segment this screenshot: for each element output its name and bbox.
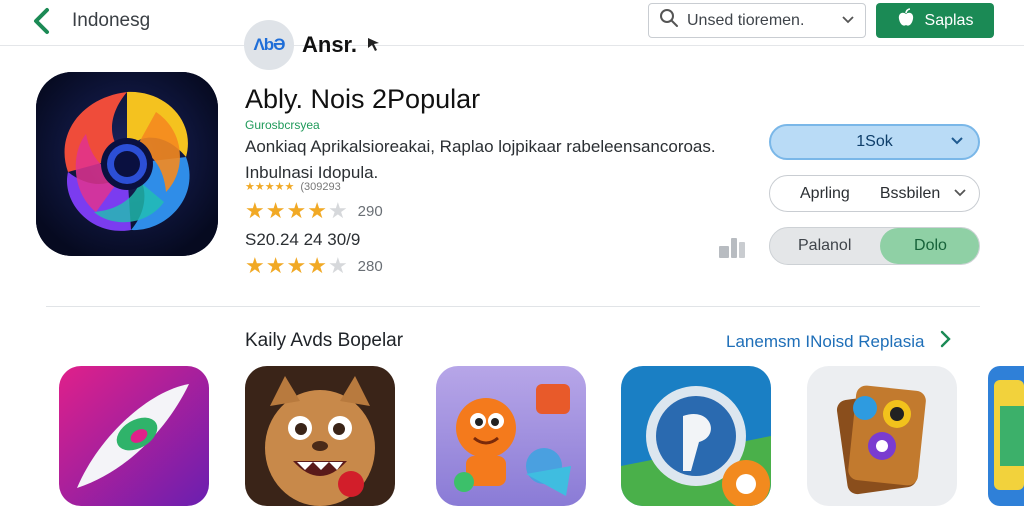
back-label: Indonesg [72, 10, 151, 31]
star-icon: ★ [265, 198, 286, 223]
apple-icon [897, 8, 915, 33]
toggle-on-label: Dolo [914, 237, 947, 254]
options-select[interactable]: Aprling Bssbilen [769, 175, 980, 212]
brand-logo: ΛbƏ [244, 20, 294, 70]
brand-header: ΛbƏ Ansr. [244, 20, 385, 70]
star-icon: ★ [286, 253, 307, 278]
star-icon: ★ [245, 198, 265, 223]
chevron-down-icon [953, 186, 967, 205]
chevron-down-icon[interactable] [841, 12, 855, 30]
chevron-down-icon [950, 134, 964, 153]
top-action-label: Saplas [924, 11, 974, 29]
app-tile-5[interactable] [807, 366, 957, 506]
toggle-on-segment[interactable]: Dolo [880, 228, 979, 264]
app-tile-6[interactable] [988, 366, 1024, 506]
see-more-label: Lanemsm INoisd Replasia [726, 331, 925, 351]
section-title: Kaily Avds Bopelar [245, 330, 404, 351]
star-icon: ★ [307, 198, 327, 223]
install-button[interactable]: 1Sok [769, 124, 980, 160]
app-title: Ably. Nois 2Popular [245, 84, 481, 114]
app-tile-3[interactable] [436, 366, 586, 506]
rating-row-2: ★ ★ ★ ★ ★ 280 [245, 255, 383, 277]
select-label: Aprling [800, 184, 850, 202]
chevron-left-icon [32, 6, 58, 36]
search-icon [659, 8, 679, 33]
star-rating: ★ ★ ★ ★ ★ [245, 200, 348, 222]
app-icon [36, 72, 218, 256]
search-input[interactable]: Unsed tioremen. [687, 12, 833, 30]
mode-toggle[interactable]: Palanol Dolo [769, 227, 980, 265]
chevron-right-icon [940, 330, 952, 353]
select-value: Bssbilen [879, 184, 941, 202]
star-rating: ★ ★ ★ ★ ★ [245, 255, 348, 277]
rating-count: 280 [357, 257, 383, 275]
toggle-off-label: Palanol [798, 237, 852, 254]
back-button[interactable]: Indonesg [32, 6, 150, 36]
rating-row-1: ★ ★ ★ ★ ★ 290 [245, 200, 383, 222]
see-more-link[interactable]: Lanemsm INoisd Replasia [726, 330, 952, 353]
top-bar: Indonesg Unsed tioremen. Saplas [0, 0, 1024, 46]
small-rating-text: (309293 [300, 180, 341, 193]
app-description: Aonkiaq Aprikalsioreakai, Raplao lojpika… [245, 137, 716, 182]
divider [46, 306, 980, 307]
brand-name: Ansr. [302, 32, 358, 57]
star-icon: ★ [327, 198, 348, 223]
small-stars: ★★★★★ [245, 181, 295, 193]
price: S20.24 24 30/9 [245, 230, 361, 249]
star-icon: ★ [327, 253, 348, 278]
cursor-icon [365, 34, 385, 57]
developer-name[interactable]: Gurosbcrsyea [245, 118, 320, 132]
star-icon: ★ [245, 253, 265, 278]
share-icon[interactable] [717, 234, 747, 265]
top-action-button[interactable]: Saplas [876, 3, 994, 38]
app-tile-2[interactable] [245, 366, 395, 506]
app-tile-1[interactable] [59, 366, 209, 506]
star-icon: ★ [307, 253, 327, 278]
small-rating: ★★★★★ (309293 [245, 180, 341, 194]
app-tile-4[interactable] [621, 366, 771, 506]
star-icon: ★ [286, 198, 307, 223]
star-icon: ★ [265, 253, 286, 278]
install-label: 1Sok [856, 133, 893, 150]
search-box[interactable]: Unsed tioremen. [648, 3, 866, 38]
rating-count: 290 [357, 202, 383, 220]
